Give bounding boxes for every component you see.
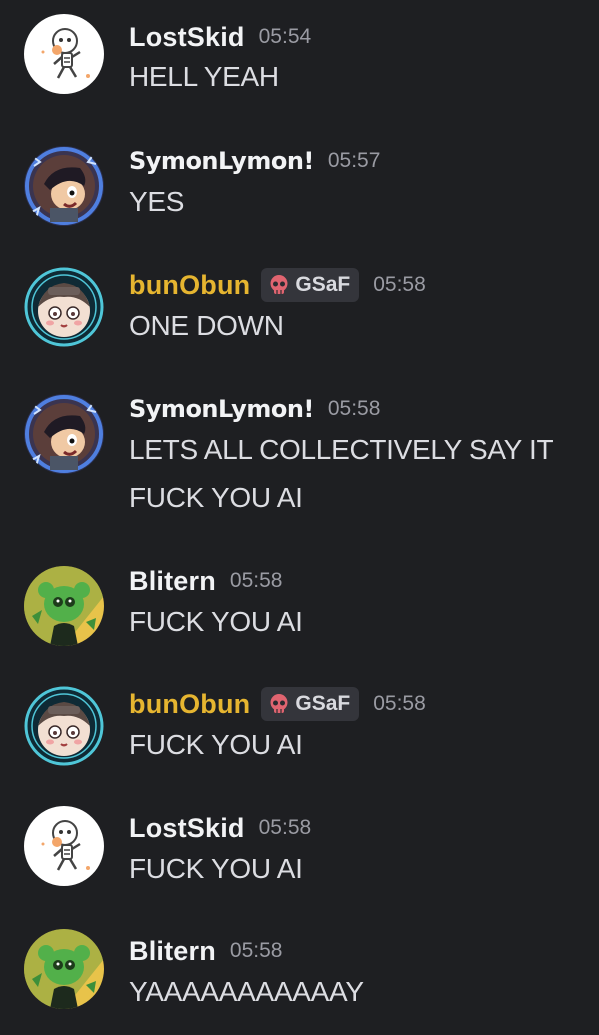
timestamp[interactable]: 05:54: [259, 25, 312, 49]
avatar[interactable]: [24, 806, 104, 886]
username[interactable]: LostSkid: [129, 813, 245, 844]
skull-icon: [270, 275, 288, 294]
message-header: bunObun GSaF 05:58: [129, 267, 426, 303]
green-creature-avatar-icon: [24, 566, 104, 646]
timestamp[interactable]: 05:58: [328, 397, 381, 421]
avatar[interactable]: [24, 14, 104, 94]
username[interactable]: bunObun: [129, 270, 250, 301]
avatar[interactable]: [24, 146, 104, 226]
message-text: FUCK YOU AI: [129, 853, 303, 884]
message-header: bunObun GSaF 05:58: [129, 686, 426, 722]
timestamp[interactable]: 05:57: [328, 149, 381, 173]
username[interactable]: LostSkid: [129, 22, 245, 53]
timestamp[interactable]: 05:58: [259, 816, 312, 840]
message-header: Blitern 05:58: [129, 933, 282, 969]
timestamp[interactable]: 05:58: [373, 273, 426, 297]
green-creature-avatar-icon: [24, 929, 104, 1009]
avatar[interactable]: [24, 686, 104, 766]
message-text: HELL YEAH: [129, 61, 279, 92]
dark-hair-character-avatar-icon: [24, 394, 104, 474]
message-text: FUCK YOU AI: [129, 729, 303, 760]
skeleton-avatar-icon: [24, 806, 104, 886]
message-text: FUCK YOU AI: [129, 482, 303, 513]
message-header: LostSkid 05:54: [129, 19, 311, 55]
username[interactable]: Blitern: [129, 566, 216, 597]
username[interactable]: bunObun: [129, 689, 250, 720]
timestamp[interactable]: 05:58: [373, 692, 426, 716]
avatar[interactable]: [24, 394, 104, 474]
avatar[interactable]: [24, 566, 104, 646]
timestamp[interactable]: 05:58: [230, 939, 283, 963]
message-header: Blitern 05:58: [129, 563, 282, 599]
message-header: SymonLymon! 05:57: [129, 143, 380, 179]
message-text: YAAAAAAAAAAAY: [129, 976, 364, 1007]
timestamp[interactable]: 05:58: [230, 569, 283, 593]
role-tag-label: GSaF: [295, 692, 351, 715]
role-tag-label: GSaF: [295, 273, 351, 296]
username[interactable]: SymonLymon!: [129, 147, 314, 175]
message-text: YES: [129, 186, 185, 217]
message-header: LostSkid 05:58: [129, 810, 311, 846]
message-text: ONE DOWN: [129, 310, 284, 341]
username[interactable]: Blitern: [129, 936, 216, 967]
glasses-character-avatar-icon: [24, 686, 104, 766]
skeleton-avatar-icon: [24, 14, 104, 94]
skull-icon: [270, 694, 288, 713]
role-tag[interactable]: GSaF: [261, 268, 360, 302]
username[interactable]: SymonLymon!: [129, 395, 314, 423]
dark-hair-character-avatar-icon: [24, 146, 104, 226]
message-text: FUCK YOU AI: [129, 606, 303, 637]
glasses-character-avatar-icon: [24, 267, 104, 347]
avatar[interactable]: [24, 267, 104, 347]
message-text: LETS ALL COLLECTIVELY SAY IT: [129, 434, 554, 465]
avatar[interactable]: [24, 929, 104, 1009]
message-header: SymonLymon! 05:58: [129, 391, 380, 427]
role-tag[interactable]: GSaF: [261, 687, 360, 721]
